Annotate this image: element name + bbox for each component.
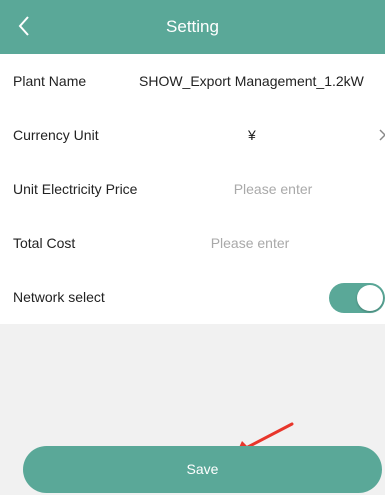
setting-screen: Setting Plant Name SHOW_Export Managemen… [0,0,385,495]
settings-form: Plant Name SHOW_Export Management_1.2kW … [0,54,385,324]
network-select-toggle[interactable] [329,283,385,313]
plant-name-row: Plant Name SHOW_Export Management_1.2kW [0,54,385,108]
total-cost-label: Total Cost [13,235,76,251]
unit-price-row: Unit Electricity Price [0,162,385,216]
page-title: Setting [166,17,219,36]
chevron-right-icon[interactable] [379,129,385,141]
currency-unit-row[interactable]: Currency Unit ¥ [0,108,385,162]
header-bar: Setting [0,0,385,54]
save-button[interactable]: Save [23,446,382,493]
network-select-row: Network select [0,270,385,324]
currency-unit-value: ¥ [248,127,256,143]
plant-name-label: Plant Name [13,73,87,89]
toggle-knob [357,285,383,311]
total-cost-input[interactable] [177,231,323,255]
unit-price-input[interactable] [200,177,346,201]
network-select-label: Network select [13,289,105,305]
total-cost-row: Total Cost [0,216,385,270]
unit-price-label: Unit Electricity Price [13,181,138,197]
plant-name-value: SHOW_Export Management_1.2kW [139,73,364,89]
currency-unit-label: Currency Unit [13,127,99,143]
